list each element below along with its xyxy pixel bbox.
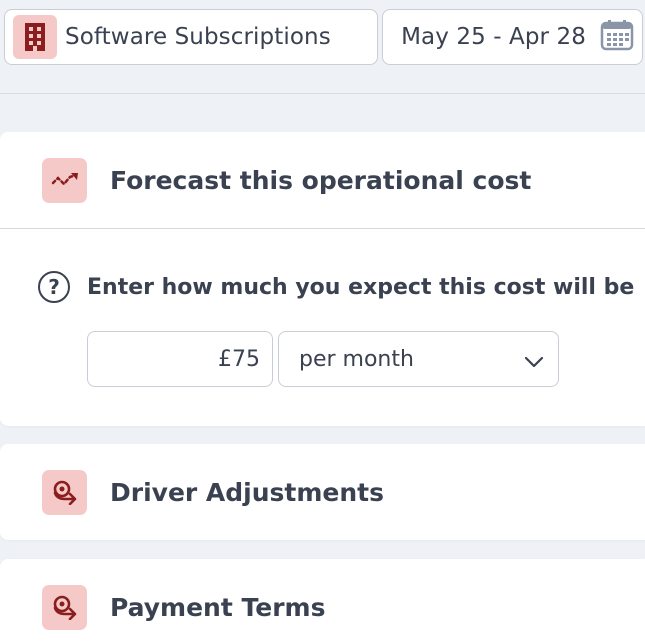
- trend-icon: [42, 157, 87, 203]
- calendar-icon[interactable]: [600, 19, 634, 55]
- driver-adjustments-card[interactable]: Driver Adjustments: [0, 444, 645, 540]
- chevron-down-icon: [524, 350, 544, 375]
- forecast-title: Forecast this operational cost: [110, 165, 532, 195]
- payment-terms-header[interactable]: Payment Terms: [0, 559, 645, 642]
- date-range-picker[interactable]: May 25 - Apr 28: [382, 9, 643, 65]
- date-range-label: May 25 - Apr 28: [401, 24, 586, 50]
- category-label: Software Subscriptions: [65, 24, 331, 50]
- payment-icon: [42, 584, 87, 630]
- help-icon[interactable]: ?: [38, 271, 70, 303]
- driver-adjustments-header[interactable]: Driver Adjustments: [0, 444, 645, 540]
- forecast-card: Forecast this operational cost ? Enter h…: [0, 132, 645, 426]
- building-icon: [13, 15, 57, 59]
- driver-adjustments-title: Driver Adjustments: [110, 477, 385, 507]
- forecast-hint: ? Enter how much you expect this cost wi…: [38, 271, 634, 303]
- driver-icon: [42, 469, 87, 515]
- forecast-header[interactable]: Forecast this operational cost: [0, 132, 645, 229]
- period-selected-value: per month: [299, 346, 414, 372]
- page: Software Subscriptions May 25 - Apr 28 F…: [0, 0, 645, 642]
- top-bar: Software Subscriptions May 25 - Apr 28: [0, 0, 645, 94]
- payment-terms-card[interactable]: Payment Terms: [0, 559, 645, 642]
- amount-input[interactable]: £75: [87, 331, 273, 387]
- category-selector[interactable]: Software Subscriptions: [4, 9, 378, 65]
- payment-terms-title: Payment Terms: [110, 592, 326, 622]
- period-select[interactable]: per month: [278, 331, 559, 387]
- forecast-hint-text: Enter how much you expect this cost will…: [87, 274, 635, 300]
